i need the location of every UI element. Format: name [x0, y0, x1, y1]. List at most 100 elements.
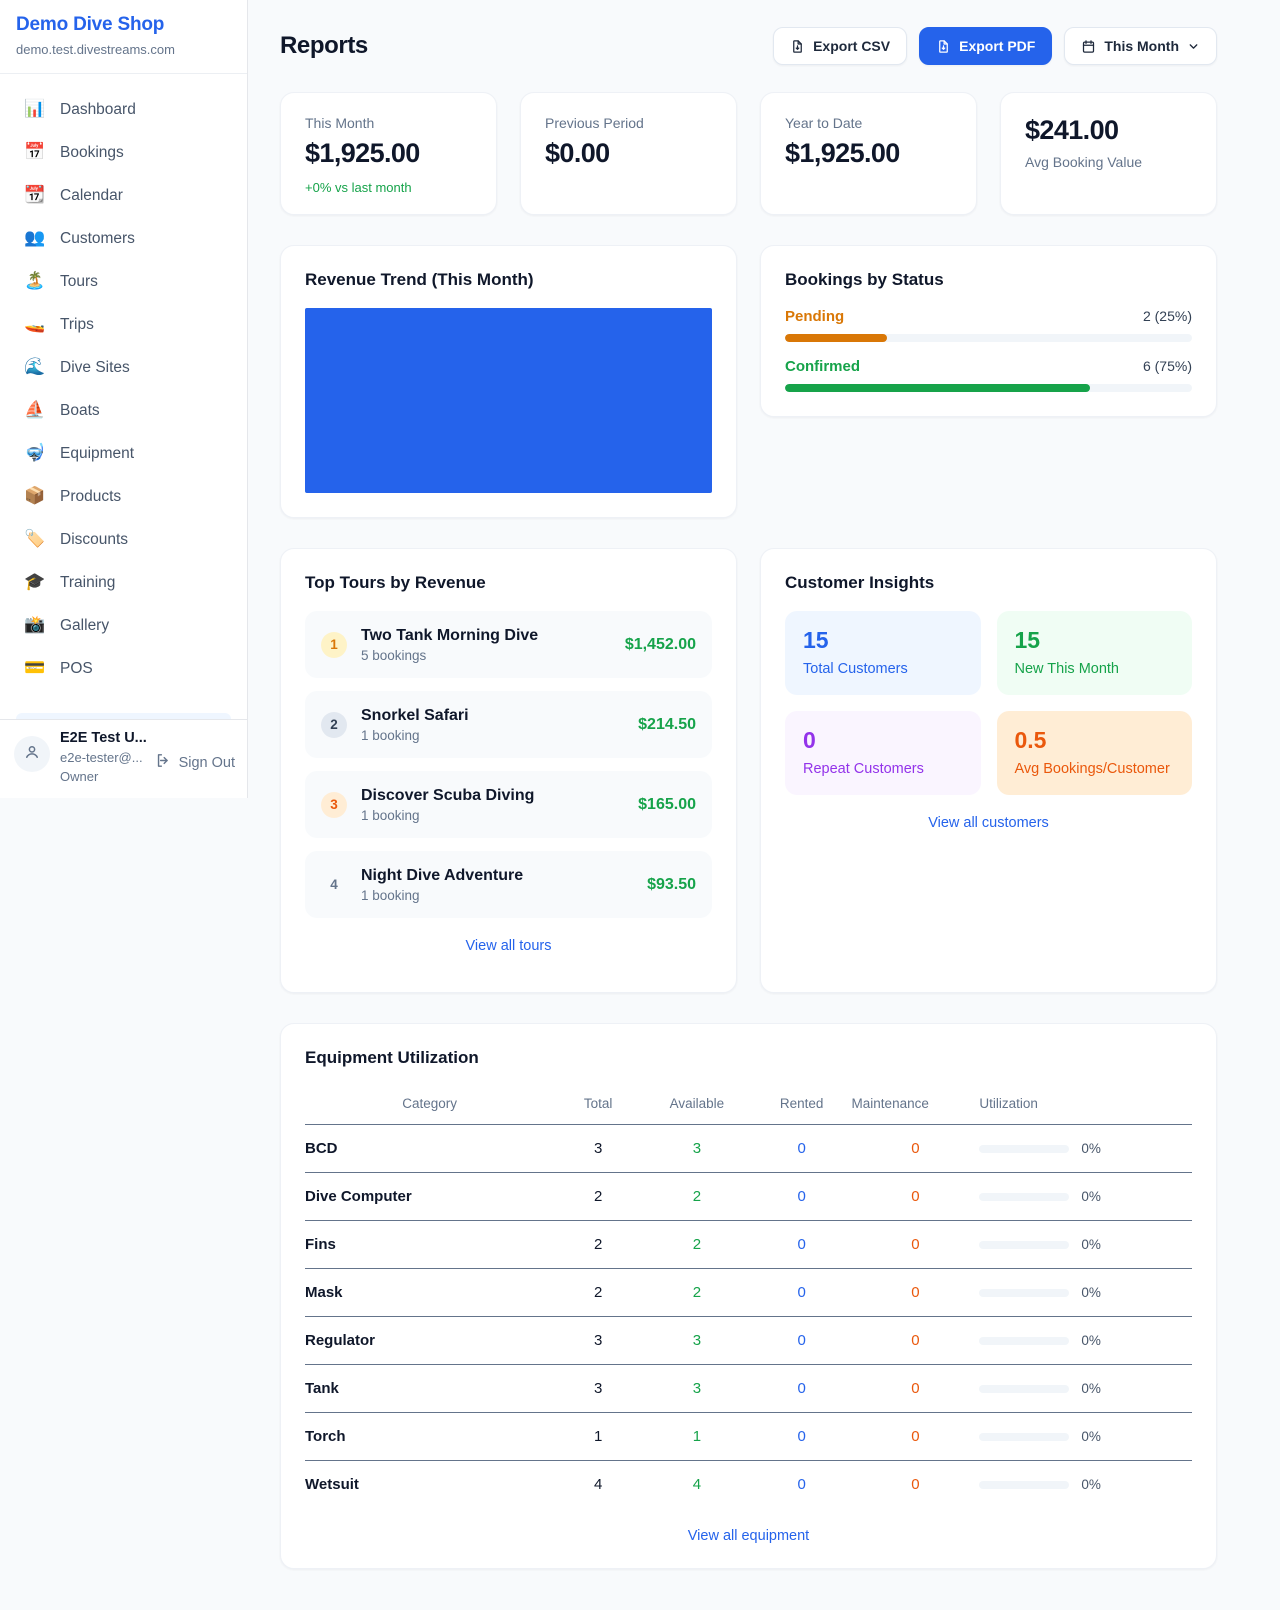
sidebar-item-training[interactable]: 🎓 Training	[16, 561, 231, 604]
equipment-category: BCD	[305, 1125, 554, 1173]
utilization-percent: 0%	[1081, 1237, 1101, 1252]
export-csv-button[interactable]: Export CSV	[773, 27, 907, 65]
user-name: E2E Test U...	[60, 730, 147, 746]
bar-chart-icon: 📊	[24, 101, 46, 118]
column-header: Utilization	[979, 1086, 1192, 1125]
view-all-tours-link[interactable]: View all tours	[305, 938, 712, 954]
sidebar-item-calendar[interactable]: 📆 Calendar	[16, 174, 231, 217]
equipment-maintenance: 0	[852, 1125, 980, 1173]
insight-value: 0.5	[1015, 727, 1175, 754]
stat-value: $1,925.00	[785, 138, 952, 169]
brand-domain: demo.test.divestreams.com	[16, 42, 231, 57]
wave-icon: 🌊	[24, 359, 46, 376]
calendar-icon	[1081, 39, 1096, 54]
period-selector[interactable]: This Month	[1064, 27, 1217, 65]
tour-bookings: 5 bookings	[361, 648, 538, 663]
status-progress-track	[785, 384, 1192, 392]
equipment-total: 1	[554, 1413, 642, 1461]
sidebar-item-bookings[interactable]: 📅 Bookings	[16, 131, 231, 174]
stat-card-this-month: This Month $1,925.00 +0% vs last month	[280, 92, 497, 215]
customer-insights-card: Customer Insights 15 Total Customers 15 …	[760, 548, 1217, 993]
status-row: Confirmed 6 (75%)	[785, 358, 1192, 392]
sidebar-item-tours[interactable]: 🏝️ Tours	[16, 260, 231, 303]
equipment-total: 3	[554, 1365, 642, 1413]
stat-label: Previous Period	[545, 115, 712, 131]
camera-flash-icon: 📸	[24, 617, 46, 634]
revenue-trend-title: Revenue Trend (This Month)	[305, 270, 712, 290]
customer-insights-title: Customer Insights	[785, 573, 1192, 593]
sidebar: Demo Dive Shop demo.test.divestreams.com…	[0, 0, 248, 798]
view-all-equipment-link[interactable]: View all equipment	[305, 1528, 1192, 1544]
equipment-row: Regulator 3 3 0 0 0%	[305, 1317, 1192, 1365]
tour-rank-badge: 3	[321, 792, 347, 818]
sidebar-item-gallery[interactable]: 📸 Gallery	[16, 604, 231, 647]
equipment-rented: 0	[752, 1221, 852, 1269]
utilization-cell: 0%	[979, 1429, 1192, 1444]
file-download-icon	[790, 39, 805, 54]
equipment-rented: 0	[752, 1365, 852, 1413]
utilization-percent: 0%	[1081, 1381, 1101, 1396]
tour-bookings: 1 booking	[361, 808, 534, 823]
utilization-percent: 0%	[1081, 1477, 1101, 1492]
column-header: Available	[642, 1086, 752, 1125]
header-actions: Export CSV Export PDF This Month	[773, 27, 1217, 65]
tour-name: Discover Scuba Diving	[361, 787, 534, 805]
tour-revenue: $93.50	[647, 876, 696, 894]
sign-out-button[interactable]: Sign Out	[155, 752, 235, 773]
status-count: 2 (25%)	[1143, 308, 1192, 324]
equipment-total: 4	[554, 1461, 642, 1509]
brand-name[interactable]: Demo Dive Shop	[16, 14, 231, 36]
view-all-customers-link[interactable]: View all customers	[785, 815, 1192, 831]
tour-item: 1 Two Tank Morning Dive 5 bookings $1,45…	[305, 611, 712, 678]
equipment-rented: 0	[752, 1413, 852, 1461]
export-csv-label: Export CSV	[813, 38, 890, 54]
utilization-cell: 0%	[979, 1477, 1192, 1492]
stat-value: $1,925.00	[305, 138, 472, 169]
equipment-total: 2	[554, 1221, 642, 1269]
utilization-cell: 0%	[979, 1141, 1192, 1156]
top-tours-title: Top Tours by Revenue	[305, 573, 712, 593]
sidebar-item-discounts[interactable]: 🏷️ Discounts	[16, 518, 231, 561]
equipment-category: Mask	[305, 1269, 554, 1317]
equipment-available: 1	[642, 1413, 752, 1461]
stat-label: Year to Date	[785, 115, 952, 131]
sidebar-item-pos[interactable]: 💳 POS	[16, 647, 231, 690]
column-header: Category	[305, 1086, 554, 1125]
export-pdf-button[interactable]: Export PDF	[919, 27, 1052, 65]
speedboat-icon: 🚤	[24, 316, 46, 333]
tour-revenue: $214.50	[638, 716, 696, 734]
sidebar-item-customers[interactable]: 👥 Customers	[16, 217, 231, 260]
sidebar-item-dashboard[interactable]: 📊 Dashboard	[16, 88, 231, 131]
equipment-maintenance: 0	[852, 1221, 980, 1269]
utilization-track	[979, 1241, 1069, 1249]
sidebar-item-label: Bookings	[60, 144, 124, 162]
equipment-row: Fins 2 2 0 0 0%	[305, 1221, 1192, 1269]
equipment-available: 2	[642, 1173, 752, 1221]
status-count: 6 (75%)	[1143, 358, 1192, 374]
equipment-available: 2	[642, 1221, 752, 1269]
insight-tile: 0.5 Avg Bookings/Customer	[997, 711, 1193, 795]
sidebar-item-label: Discounts	[60, 531, 128, 549]
equipment-available: 4	[642, 1461, 752, 1509]
equipment-row: Mask 2 2 0 0 0%	[305, 1269, 1192, 1317]
sidebar-item-equipment[interactable]: 🤿 Equipment	[16, 432, 231, 475]
sidebar-item-label: Boats	[60, 402, 100, 420]
sidebar-item-dive-sites[interactable]: 🌊 Dive Sites	[16, 346, 231, 389]
tour-rank-badge: 4	[321, 872, 347, 898]
period-label: This Month	[1104, 38, 1179, 54]
sidebar-item-products[interactable]: 📦 Products	[16, 475, 231, 518]
utilization-percent: 0%	[1081, 1333, 1101, 1348]
sidebar-nav: 📊 Dashboard 📅 Bookings 📆 Calendar 👥 Cust…	[0, 74, 247, 713]
equipment-available: 3	[642, 1365, 752, 1413]
equipment-utilization-card: Equipment Utilization CategoryTotalAvail…	[280, 1023, 1217, 1569]
sidebar-item-label: Dashboard	[60, 101, 136, 119]
insight-value: 0	[803, 727, 963, 754]
equipment-total: 2	[554, 1269, 642, 1317]
equipment-row: BCD 3 3 0 0 0%	[305, 1125, 1192, 1173]
equipment-category: Fins	[305, 1221, 554, 1269]
user-footer: E2E Test U... e2e-tester@... Owner Sign …	[0, 719, 247, 798]
sign-out-icon	[155, 752, 172, 773]
sidebar-item-trips[interactable]: 🚤 Trips	[16, 303, 231, 346]
tour-list: 1 Two Tank Morning Dive 5 bookings $1,45…	[305, 611, 712, 918]
sidebar-item-boats[interactable]: ⛵ Boats	[16, 389, 231, 432]
